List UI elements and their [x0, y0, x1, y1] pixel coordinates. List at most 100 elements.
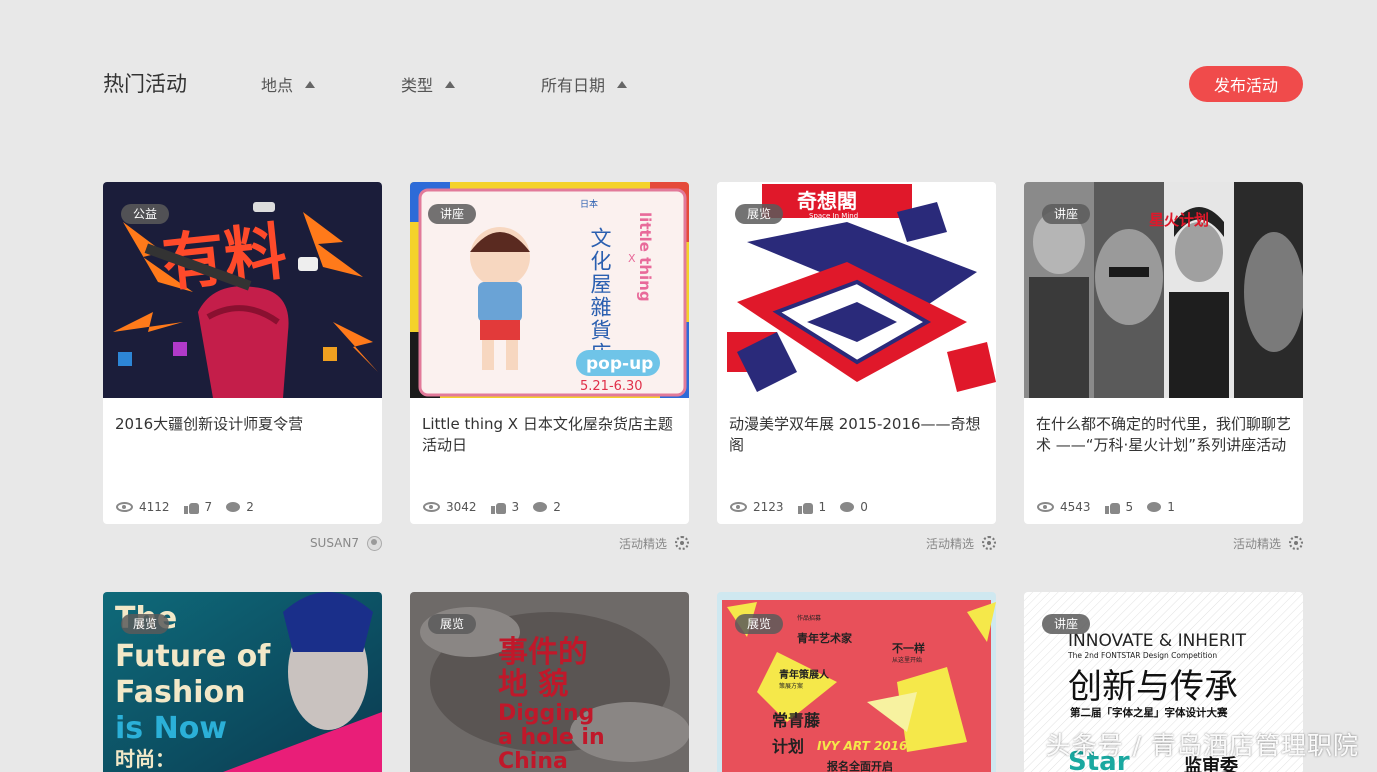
event-poster[interactable]: 事件的 地 貌 Digging a hole in China 展览 [410, 592, 689, 772]
event-stats: 2123 1 0 [717, 490, 996, 524]
poster-banner-sub: Space In Mind [809, 212, 858, 220]
event-poster[interactable]: 作品招募 青年艺术家 不一样 从这里开始 青年策展人 策展方案 常青藤 计划 I… [717, 592, 996, 772]
gear-icon [982, 536, 996, 550]
poster-line-1: 事件的 [498, 635, 588, 670]
poster-banner: 奇想閣 [797, 189, 857, 213]
poster-text-different: 不一样 [892, 641, 925, 655]
publish-event-button[interactable]: 发布活动 [1189, 66, 1303, 102]
poster-line-3: Fashion [115, 675, 245, 710]
view-count: 4543 [1060, 500, 1091, 514]
author-name[interactable]: SUSAN7 [310, 536, 359, 550]
gear-icon [675, 536, 689, 550]
poster-line-2: 地 貌 [498, 667, 568, 702]
view-count: 3042 [446, 500, 477, 514]
category-badge: 展览 [121, 614, 170, 634]
poster-line-5: 时尚： [115, 747, 175, 771]
watermark: 头条号 / 青岛酒店管理职院 [1045, 731, 1359, 760]
poster-line-4: 第二届「字体之星」字体设计大赛 [1070, 706, 1228, 719]
thumbs-up-icon[interactable] [490, 501, 506, 514]
poster-text-ivy: 常青藤 [772, 711, 821, 730]
event-card[interactable]: 日本 文化屋雜貨店 little thing X pop-up 5.21-6.3… [410, 182, 689, 524]
filter-type[interactable]: 类型 [401, 72, 456, 96]
card-footer: 活动精选 [1024, 534, 1303, 552]
event-poster[interactable]: 有料 公益 [103, 182, 382, 398]
poster-text-little-thing: little thing [636, 212, 654, 302]
page-title: 热门活动 [103, 72, 187, 96]
poster-logo: 星火计划 [1149, 211, 1209, 229]
event-poster[interactable]: The Future of Fashion is Now 时尚： 展览 [103, 592, 382, 772]
category-badge: 讲座 [1042, 204, 1091, 224]
filter-date-label: 所有日期 [541, 76, 606, 95]
poster-line-2: The 2nd FONTSTAR Design Competition [1067, 651, 1217, 660]
poster-line-4: is Now [115, 711, 227, 746]
poster-text-x: X [628, 252, 636, 265]
poster-line-2: Future of [115, 639, 271, 674]
category-badge: 讲座 [1042, 614, 1091, 634]
event-poster[interactable]: 日本 文化屋雜貨店 little thing X pop-up 5.21-6.3… [410, 182, 689, 398]
poster-text-top: 作品招募 [797, 614, 821, 622]
thumbs-up-icon[interactable] [1104, 501, 1120, 514]
view-count: 2123 [753, 500, 784, 514]
event-poster[interactable]: 奇想閣 Space In Mind 展览 [717, 182, 996, 398]
thumbs-up-icon[interactable] [797, 501, 813, 514]
comment-icon[interactable] [840, 502, 855, 512]
comment-icon[interactable] [533, 502, 548, 512]
eye-icon [1037, 502, 1054, 512]
eye-icon [423, 502, 440, 512]
like-count: 1 [818, 500, 827, 514]
event-title[interactable]: 2016大疆创新设计师夏令营 [103, 398, 382, 490]
event-stats: 4112 7 2 [103, 490, 382, 524]
poster-text-japan: 日本 [580, 198, 598, 210]
event-title[interactable]: 动漫美学双年展 2015-2016——奇想阁 [717, 398, 996, 490]
like-count: 3 [511, 500, 520, 514]
eye-icon [116, 502, 133, 512]
filter-location-label: 地点 [261, 76, 294, 95]
curated-label: 活动精选 [1232, 536, 1281, 551]
comment-icon[interactable] [226, 502, 241, 512]
caret-up-icon [445, 80, 456, 88]
category-badge: 展览 [735, 614, 784, 634]
poster-text-ivy-art: IVY ART 2016 [817, 739, 907, 753]
event-card[interactable]: 奇想閣 Space In Mind 展览 动漫美学双年展 2015-2016——… [717, 182, 996, 524]
poster-text-curators: 青年策展人 [779, 668, 830, 681]
card-footer: 活动精选 [717, 534, 996, 552]
poster-text-popup: pop-up [586, 354, 653, 374]
category-badge: 公益 [121, 204, 170, 224]
gear-icon [1289, 536, 1303, 550]
caret-up-icon [305, 80, 316, 88]
eye-icon [730, 502, 747, 512]
comment-count: 2 [246, 500, 254, 514]
curated-label: 活动精选 [618, 536, 667, 551]
event-title[interactable]: 在什么都不确定的时代里，我们聊聊艺术 ——“万科·星火计划”系列讲座活动 [1024, 398, 1303, 490]
category-badge: 展览 [428, 614, 477, 634]
poster-text-proposal: 策展方案 [779, 682, 803, 690]
poster-text-start-here: 从这里开始 [892, 656, 922, 664]
curated-label: 活动精选 [925, 536, 974, 551]
poster-text-signup: 报名全面开启 [827, 759, 893, 772]
poster-text-store: 文化屋雜貨店 [588, 227, 612, 365]
thumbs-up-icon[interactable] [183, 501, 199, 514]
poster-line-3: Digging [498, 701, 594, 726]
caret-up-icon [617, 80, 628, 88]
poster-text-date: 5.21-6.30 [580, 379, 643, 394]
view-count: 4112 [139, 500, 170, 514]
event-poster[interactable]: 星火计划 讲座 [1024, 182, 1303, 398]
category-badge: 展览 [735, 204, 784, 224]
comment-count: 0 [860, 500, 868, 514]
poster-text-artists: 青年艺术家 [797, 631, 853, 645]
filter-type-label: 类型 [401, 76, 434, 95]
event-title[interactable]: Little thing X 日本文化屋杂货店主题活动日 [410, 398, 689, 490]
event-card[interactable]: 有料 公益 2016大疆创新设计师夏令营 4112 7 2 [103, 182, 382, 524]
card-footer: 活动精选 [410, 534, 689, 552]
user-avatar-icon[interactable] [367, 535, 382, 551]
filter-location[interactable]: 地点 [261, 72, 316, 96]
comment-count: 2 [553, 500, 561, 514]
poster-line-3: 创新与传承 [1068, 667, 1238, 707]
filter-date[interactable]: 所有日期 [541, 72, 628, 96]
card-footer: SUSAN7 [103, 534, 382, 552]
comment-icon[interactable] [1147, 502, 1162, 512]
poster-line-1: INNOVATE & INHERIT [1068, 631, 1247, 651]
poster-line-4: a hole in [498, 725, 605, 750]
poster-line-5: China [498, 749, 568, 772]
event-card[interactable]: 星火计划 讲座 在什么都不确定的时代里，我们聊聊艺术 ——“万科·星火计划”系列… [1024, 182, 1303, 524]
